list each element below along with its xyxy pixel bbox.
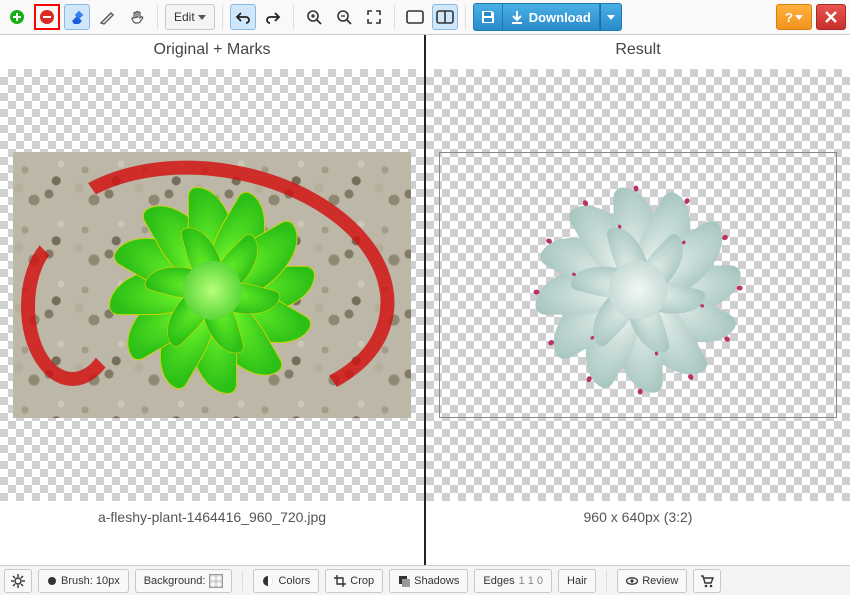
result-canvas[interactable] <box>426 69 850 501</box>
result-pane: Result <box>424 35 850 565</box>
original-pane: Original + Marks <box>0 35 424 565</box>
add-mark-tool[interactable] <box>4 4 30 30</box>
hand-icon <box>129 9 145 25</box>
pane-title-left: Original + Marks <box>0 35 424 69</box>
brush-size-button[interactable]: Brush: 10px <box>38 569 129 593</box>
separator <box>606 571 607 591</box>
result-subject <box>515 167 761 413</box>
main-area: Original + Marks <box>0 35 850 565</box>
minus-circle-icon <box>39 9 55 25</box>
shadows-label: Shadows <box>414 575 459 587</box>
separator <box>394 5 395 29</box>
review-button[interactable]: Review <box>617 569 687 593</box>
save-icon <box>480 9 496 25</box>
edges-button[interactable]: Edges 1 1 0 <box>474 569 552 593</box>
save-button[interactable] <box>473 3 503 31</box>
download-arrow-icon <box>511 10 523 24</box>
redo-icon <box>265 10 281 24</box>
pan-tool[interactable] <box>124 4 150 30</box>
pane-title-right: Result <box>426 35 850 69</box>
result-dimensions: 960 x 640px (3:2) <box>426 501 850 565</box>
fit-screen-button[interactable] <box>361 4 387 30</box>
download-label: Download <box>529 10 591 25</box>
help-label: ? <box>785 10 793 25</box>
edges-label: Edges <box>483 575 514 587</box>
hair-button[interactable]: Hair <box>558 569 596 593</box>
edit-label: Edit <box>174 10 195 24</box>
redo-button[interactable] <box>260 4 286 30</box>
zoom-out-icon <box>336 9 352 25</box>
scalpel-icon <box>99 9 115 25</box>
crop-icon <box>334 575 346 587</box>
fit-icon <box>366 9 382 25</box>
shadow-icon <box>398 575 410 587</box>
chevron-down-icon <box>795 15 803 20</box>
background-label: Background: <box>144 575 206 587</box>
cart-icon <box>700 574 714 588</box>
separator <box>222 5 223 29</box>
result-image <box>439 152 838 418</box>
separator <box>242 571 243 591</box>
download-group: Download <box>473 3 622 31</box>
download-button[interactable]: Download <box>503 3 600 31</box>
original-filename: a-fleshy-plant-1464416_960_720.jpg <box>0 501 424 565</box>
close-icon <box>824 10 838 24</box>
undo-button[interactable] <box>230 4 256 30</box>
undo-icon <box>235 10 251 24</box>
eraser-tool[interactable] <box>64 4 90 30</box>
separator <box>293 5 294 29</box>
plus-circle-icon <box>9 9 25 25</box>
transparent-swatch-icon <box>209 574 223 588</box>
contrast-icon <box>262 575 274 587</box>
chevron-down-icon <box>198 15 206 20</box>
separator <box>157 5 158 29</box>
review-label: Review <box>642 575 678 587</box>
bottom-toolbar: Brush: 10px Background: Colors Crop Shad… <box>0 565 850 595</box>
zoom-out-button[interactable] <box>331 4 357 30</box>
colors-button[interactable]: Colors <box>253 569 319 593</box>
single-pane-icon <box>406 10 424 24</box>
colors-label: Colors <box>278 575 310 587</box>
gear-icon <box>11 574 25 588</box>
edit-dropdown[interactable]: Edit <box>165 4 215 30</box>
view-split-button[interactable] <box>432 4 458 30</box>
split-pane-icon <box>436 10 454 24</box>
original-canvas[interactable] <box>0 69 424 501</box>
shadows-button[interactable]: Shadows <box>389 569 468 593</box>
zoom-in-button[interactable] <box>301 4 327 30</box>
hair-label: Hair <box>567 575 587 587</box>
crop-button[interactable]: Crop <box>325 569 383 593</box>
eye-icon <box>626 575 638 587</box>
brush-label: Brush: 10px <box>61 575 120 587</box>
download-options-button[interactable] <box>600 3 622 31</box>
remove-mark-tool[interactable] <box>34 4 60 30</box>
view-single-button[interactable] <box>402 4 428 30</box>
scalpel-tool[interactable] <box>94 4 120 30</box>
help-button[interactable]: ? <box>776 4 812 30</box>
settings-button[interactable] <box>4 569 32 593</box>
foreground-mark <box>88 167 335 414</box>
top-toolbar: Edit Download ? <box>0 0 850 35</box>
close-button[interactable] <box>816 4 846 30</box>
original-image <box>13 152 412 418</box>
crop-label: Crop <box>350 575 374 587</box>
dot-icon <box>47 576 57 586</box>
separator <box>465 5 466 29</box>
edges-values: 1 1 0 <box>519 575 543 587</box>
chevron-down-icon <box>607 15 615 20</box>
background-button[interactable]: Background: <box>135 569 233 593</box>
eraser-icon <box>69 9 85 25</box>
cart-button[interactable] <box>693 569 721 593</box>
zoom-in-icon <box>306 9 322 25</box>
